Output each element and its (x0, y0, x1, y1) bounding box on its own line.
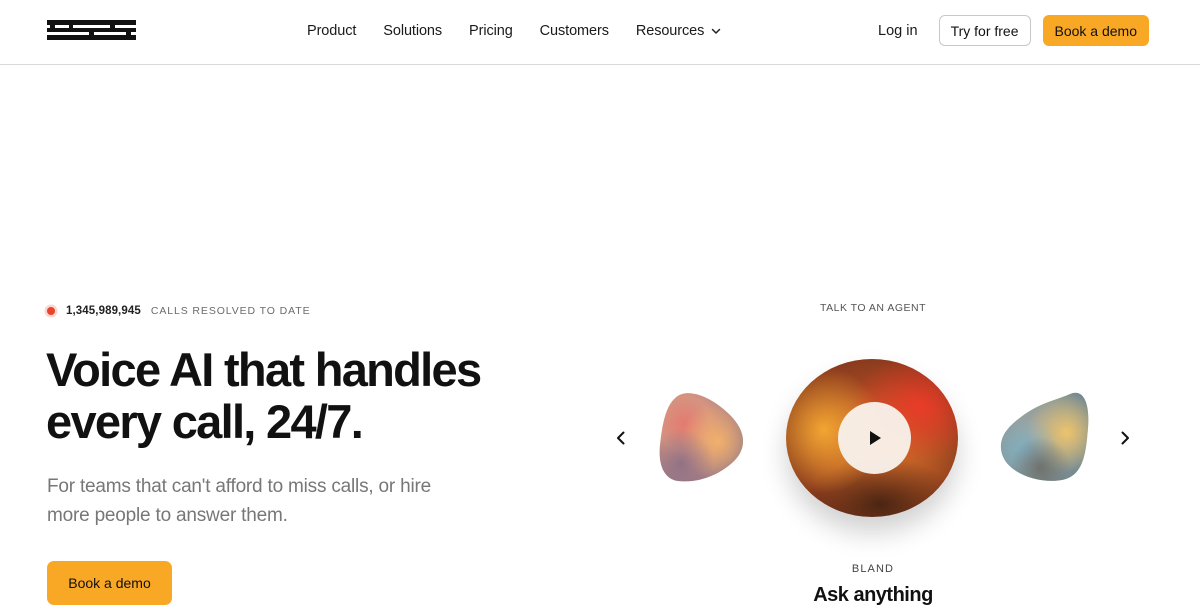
try-for-free-button[interactable]: Try for free (938, 15, 1031, 46)
nav-pricing-label: Pricing (469, 23, 513, 39)
nav-resources-label: Resources (635, 23, 705, 39)
bland-wordmark-logo-icon (47, 18, 136, 40)
calls-resolved-number: 1,345,989,945 (66, 305, 141, 317)
carousel-prev-button[interactable] (609, 426, 633, 450)
hero-subtitle: For teams that can't afford to miss call… (47, 476, 431, 526)
hero-book-demo-button[interactable]: Book a demo (47, 561, 172, 605)
chevron-left-icon (617, 431, 625, 445)
header-actions: Log in Try for free Book a demo (878, 15, 1149, 46)
chevron-right-icon (1121, 431, 1129, 445)
main-nav: Product Solutions Pricing Customers Reso… (307, 0, 722, 62)
chevron-down-icon (710, 25, 722, 37)
play-button[interactable] (838, 402, 911, 474)
agent-orb-icon (659, 393, 744, 482)
nav-customers-label: Customers (539, 23, 609, 39)
talk-to-agent-label: TALK TO AN AGENT (819, 302, 927, 314)
hero-title: Voice AI that handles every call, 24/7. (46, 343, 482, 448)
header-book-demo-button[interactable]: Book a demo (1042, 15, 1149, 46)
agent-avatar-prev[interactable] (658, 391, 746, 483)
calls-resolved-label: CALLS RESOLVED TO DATE (150, 305, 311, 317)
bland-logo[interactable] (47, 18, 136, 42)
agent-name: BLAND (851, 563, 895, 575)
live-indicator-icon (47, 307, 55, 315)
carousel-next-button[interactable] (1113, 426, 1137, 450)
agent-avatar-next[interactable] (1000, 390, 1090, 482)
nav-solutions-label: Solutions (383, 23, 443, 39)
play-icon (869, 431, 881, 445)
nav-resources-dropdown[interactable]: Resources (636, 23, 722, 39)
nav-pricing[interactable]: Pricing (469, 23, 513, 39)
top-navigation-bar: Product Solutions Pricing Customers Reso… (0, 0, 1200, 65)
nav-solutions[interactable]: Solutions (383, 23, 442, 39)
nav-customers[interactable]: Customers (540, 23, 609, 39)
agent-tagline: Ask anything (813, 584, 933, 606)
login-link[interactable]: Log in (878, 23, 918, 39)
nav-product-label: Product (307, 23, 357, 39)
agent-orb-icon (1000, 392, 1089, 481)
calls-resolved-counter: 1,345,989,945 CALLS RESOLVED TO DATE (46, 305, 311, 317)
nav-product[interactable]: Product (307, 23, 356, 39)
